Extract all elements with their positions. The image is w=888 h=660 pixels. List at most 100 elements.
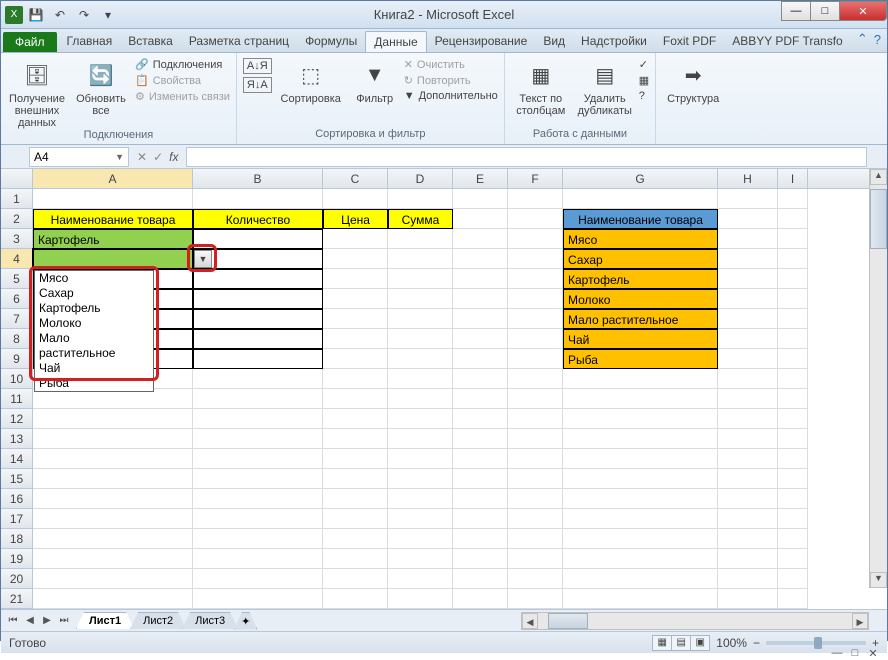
cell[interactable] [193, 549, 323, 569]
cell[interactable] [508, 409, 563, 429]
cell[interactable] [778, 349, 808, 369]
cell[interactable] [778, 249, 808, 269]
cell[interactable] [453, 349, 508, 369]
cell[interactable] [508, 469, 563, 489]
whatif-button[interactable]: ? [639, 89, 649, 103]
cell[interactable] [33, 489, 193, 509]
cell[interactable] [388, 269, 453, 289]
cell[interactable] [778, 489, 808, 509]
maximize-button[interactable]: □ [810, 1, 840, 21]
cell[interactable] [193, 369, 323, 389]
cell[interactable] [718, 529, 778, 549]
cell[interactable] [453, 189, 508, 209]
cell[interactable] [323, 589, 388, 609]
get-external-data-button[interactable]: 🗄 Получение внешних данных [7, 57, 67, 129]
select-all-corner[interactable] [1, 169, 33, 188]
cell[interactable] [508, 429, 563, 449]
cell[interactable] [193, 269, 323, 289]
cell[interactable] [508, 369, 563, 389]
cell[interactable] [718, 229, 778, 249]
cell[interactable] [718, 349, 778, 369]
dropdown-option[interactable]: Рыба [35, 376, 153, 391]
cell[interactable] [508, 509, 563, 529]
name-box[interactable]: A4 ▼ [29, 147, 129, 167]
row-header[interactable]: 2 [1, 209, 33, 229]
cell[interactable] [193, 329, 323, 349]
cell[interactable] [323, 529, 388, 549]
help-icon[interactable]: ? [874, 32, 881, 47]
undo-icon[interactable]: ↶ [49, 4, 71, 26]
cell[interactable] [718, 249, 778, 269]
cell[interactable] [193, 249, 323, 269]
cell[interactable] [778, 389, 808, 409]
ribbon-tab[interactable]: Данные [365, 31, 426, 52]
cell[interactable] [323, 569, 388, 589]
column-header[interactable]: D [388, 169, 453, 188]
redo-icon[interactable]: ↷ [73, 4, 95, 26]
file-tab[interactable]: Файл [3, 32, 57, 52]
chevron-down-icon[interactable]: ▼ [115, 152, 124, 162]
cell[interactable] [323, 429, 388, 449]
qat-dropdown-icon[interactable]: ▾ [97, 4, 119, 26]
cell[interactable] [718, 209, 778, 229]
column-header[interactable]: I [778, 169, 808, 188]
cell[interactable] [33, 389, 193, 409]
new-sheet-button[interactable]: ✦ [234, 612, 257, 630]
zoom-out-button[interactable]: − [753, 636, 760, 650]
cell[interactable] [33, 529, 193, 549]
row-header[interactable]: 7 [1, 309, 33, 329]
ribbon-tab[interactable]: Foxit PDF [655, 31, 724, 52]
zoom-slider[interactable] [766, 641, 866, 645]
row-header[interactable]: 12 [1, 409, 33, 429]
cell[interactable] [388, 349, 453, 369]
sheet-tab[interactable]: Лист3 [182, 612, 238, 629]
ribbon-tab[interactable]: ABBYY PDF Transfo [724, 31, 851, 52]
cell[interactable] [453, 309, 508, 329]
cell[interactable] [388, 489, 453, 509]
cell[interactable] [778, 569, 808, 589]
cell[interactable] [388, 529, 453, 549]
cell[interactable] [388, 309, 453, 329]
cell[interactable] [718, 509, 778, 529]
cell[interactable] [718, 409, 778, 429]
cell[interactable] [193, 589, 323, 609]
structure-button[interactable]: ➡ Структура [662, 57, 724, 105]
cell[interactable] [453, 229, 508, 249]
sort-button[interactable]: ⬚ Сортировка [276, 57, 346, 105]
minimize-button[interactable]: — [781, 1, 811, 21]
cell[interactable]: Наименование товара [563, 209, 718, 229]
cell[interactable] [388, 329, 453, 349]
ribbon-tab[interactable]: Разметка страниц [181, 31, 297, 52]
scroll-thumb[interactable] [870, 189, 887, 249]
cell[interactable]: Рыба [563, 349, 718, 369]
cell[interactable] [718, 429, 778, 449]
cell[interactable] [453, 549, 508, 569]
cell[interactable] [323, 289, 388, 309]
cell[interactable] [563, 189, 718, 209]
cell[interactable] [453, 489, 508, 509]
cell[interactable] [508, 489, 563, 509]
cell[interactable] [508, 329, 563, 349]
cell[interactable] [778, 409, 808, 429]
cell[interactable] [563, 569, 718, 589]
cell[interactable] [508, 569, 563, 589]
cell[interactable] [453, 449, 508, 469]
normal-view-button[interactable]: ▦ [652, 635, 672, 651]
cell[interactable] [778, 429, 808, 449]
cell[interactable]: Молоко [563, 289, 718, 309]
ribbon-tab[interactable]: Рецензирование [427, 31, 536, 52]
cell[interactable] [453, 529, 508, 549]
cell[interactable] [388, 189, 453, 209]
minimize-ribbon-icon[interactable]: ⌃ [857, 31, 868, 47]
ribbon-tab[interactable]: Главная [59, 31, 121, 52]
ribbon-tab[interactable]: Вид [535, 31, 573, 52]
row-header[interactable]: 5 [1, 269, 33, 289]
ribbon-tab[interactable]: Формулы [297, 31, 365, 52]
sheet-nav-last-icon[interactable]: ⏭ [56, 615, 72, 626]
cell[interactable] [563, 409, 718, 429]
cell[interactable] [323, 269, 388, 289]
cell[interactable] [388, 369, 453, 389]
cell[interactable] [323, 369, 388, 389]
cell[interactable] [453, 589, 508, 609]
text-to-columns-button[interactable]: ▦ Текст по столбцам [511, 57, 571, 117]
